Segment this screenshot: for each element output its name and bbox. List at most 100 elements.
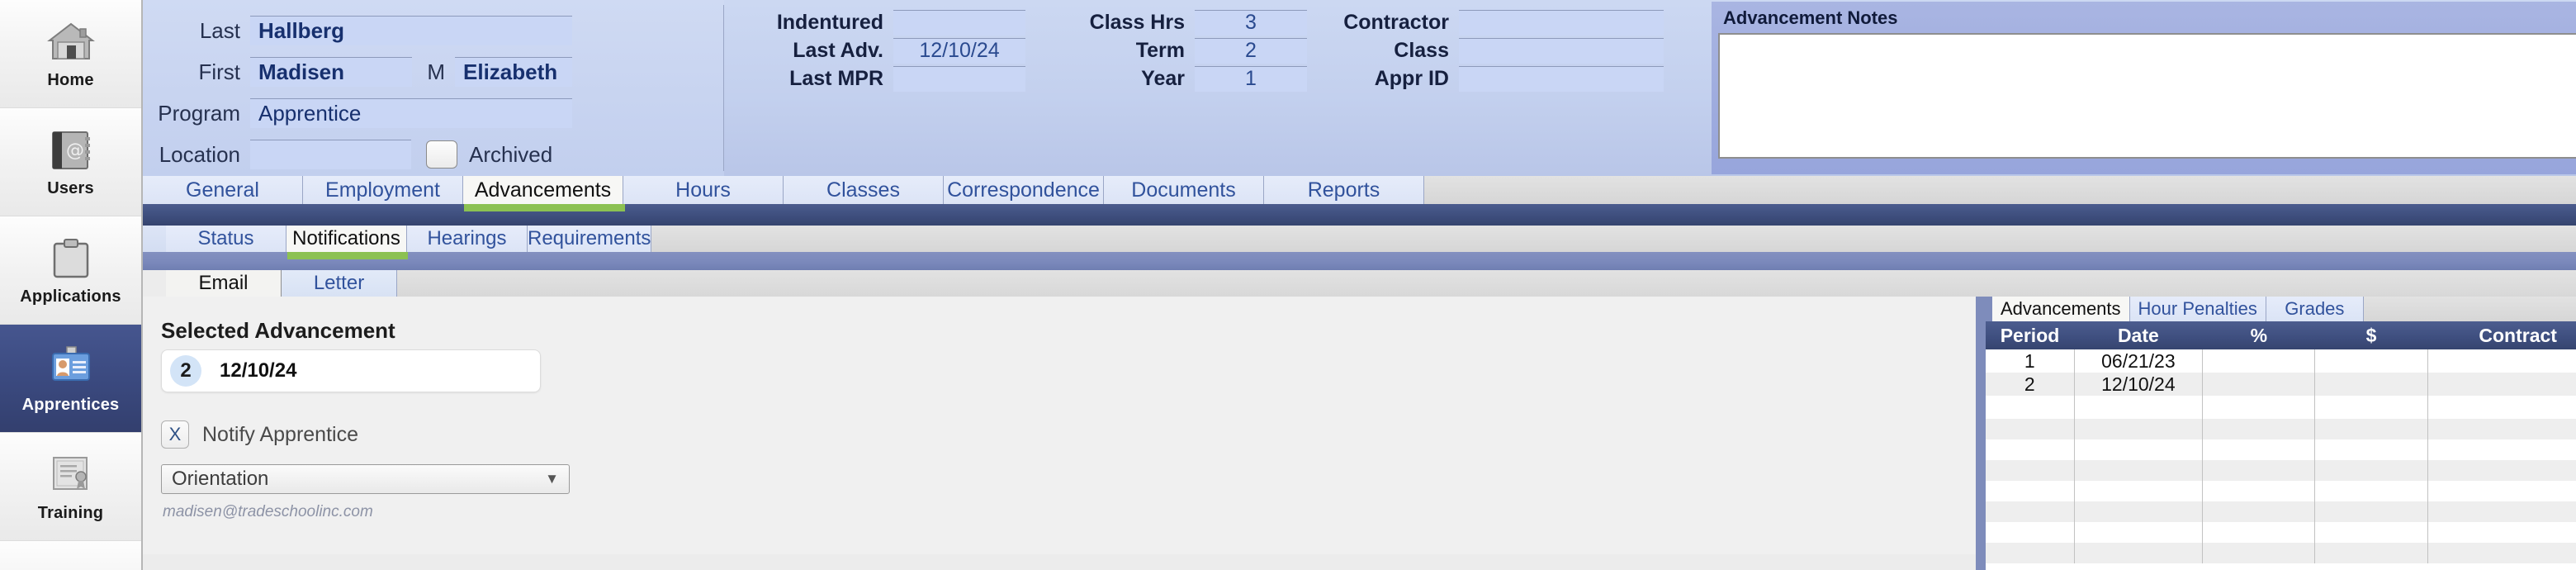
data-panel-tab-bar: Advancements Hour Penalties Grades [1986,297,2576,321]
cell-contract [2427,349,2576,373]
advancements-table: Period Date % $ Contract 1 06/21/23 2 12/10… [1986,321,2576,563]
cell-date [2074,522,2204,543]
location-input[interactable] [250,140,411,169]
year-input[interactable]: 1 [1195,65,1307,92]
cell-date [2074,501,2204,522]
advancement-notes-panel: Advancement Notes [1712,2,2576,174]
middle-input[interactable]: Elizabeth [455,57,572,87]
table-row[interactable]: 2 12/10/24 [1986,373,2576,396]
first-input[interactable]: Madisen [250,57,412,87]
class-hrs-input[interactable]: 3 [1195,9,1307,36]
appr-id-input[interactable] [1459,65,1664,92]
cell-contract [2427,522,2576,543]
field-row-first: First Madisen M Elizabeth [143,51,724,93]
cell-date: 12/10/24 [2074,373,2204,396]
cell-period [1986,439,2075,460]
tab-hours[interactable]: Hours [623,176,784,204]
tab-correspondence[interactable]: Correspondence [944,176,1104,204]
sidebar-item-label: Home [47,70,94,89]
cell-amt [2314,349,2428,373]
sidebar-item-home[interactable]: Home [0,0,141,108]
indentured-label: Indentured [776,10,883,34]
tab-documents[interactable]: Documents [1104,176,1264,204]
table-row[interactable] [1986,501,2576,522]
primary-tab-underline-band [143,204,2576,226]
notification-body: Selected Advancement 2 12/10/24 X Notify… [143,297,2576,570]
cell-date [2074,481,2204,501]
selected-advancement-card[interactable]: 2 12/10/24 [161,349,541,392]
table-row[interactable] [1986,419,2576,439]
sidebar-item-partial[interactable] [0,541,141,570]
secondary-tab-bar: Status Notifications Hearings Requiremen… [143,226,2576,252]
table-row[interactable] [1986,396,2576,419]
tab-letter[interactable]: Letter [282,270,397,297]
tab-status[interactable]: Status [166,226,286,252]
archived-checkbox[interactable] [426,140,457,169]
secondary-tab-filler [651,226,2576,252]
cell-pct [2202,419,2316,439]
table-row[interactable] [1986,522,2576,543]
advancement-notes-title: Advancement Notes [1723,7,1898,28]
field-row-appr-id: Appr ID [1319,64,1665,93]
cell-period [1986,481,2075,501]
cell-period [1986,522,2075,543]
archived-label: Archived [469,141,553,167]
class-hrs-label: Class Hrs [1089,10,1185,34]
cell-amt [2314,543,2428,563]
sidebar-item-apprentices[interactable]: Apprentices [0,325,141,433]
indentured-input[interactable] [893,9,1025,36]
table-row[interactable]: 1 06/21/23 [1986,349,2576,373]
last-mpr-input[interactable] [893,65,1025,92]
tab-email[interactable]: Email [166,270,282,297]
last-input[interactable]: Hallberg [250,16,572,45]
tab-requirements[interactable]: Requirements [528,226,652,252]
tab-reports[interactable]: Reports [1264,176,1424,204]
advancements-table-wrap: Period Date % $ Contract 1 06/21/23 2 12/10… [1986,321,2576,570]
column-header-date: Date [2117,324,2159,346]
cell-period: 2 [1986,373,2075,396]
term-label: Term [1135,38,1185,62]
class-input[interactable] [1459,37,1664,64]
term-input[interactable]: 2 [1195,37,1307,64]
tab-advancements[interactable]: Advancements [463,176,623,204]
field-row-last-adv: Last Adv. 12/10/24 [724,36,1063,64]
table-row[interactable] [1986,543,2576,563]
tab-classes[interactable]: Classes [784,176,944,204]
cell-amt [2314,373,2428,396]
cell-date [2074,396,2204,419]
notify-apprentice-checkbox[interactable]: X [161,420,189,449]
advancements-data-panel: Advancements Hour Penalties Grades Perio… [1976,297,2576,570]
email-template-select[interactable]: Orientation ▼ [161,464,570,494]
sidebar-item-label: Training [37,503,104,522]
primary-tab-filler [1424,176,2576,204]
tab-employment[interactable]: Employment [303,176,463,204]
contractor-input[interactable] [1459,9,1664,36]
appr-id-label: Appr ID [1374,66,1449,90]
cell-pct [2202,349,2316,373]
last-adv-input[interactable]: 12/10/24 [893,37,1025,64]
table-row[interactable] [1986,481,2576,501]
sidebar-item-label: Applications [20,287,121,306]
table-row[interactable] [1986,460,2576,481]
table-row[interactable] [1986,439,2576,460]
tab-hearings[interactable]: Hearings [407,226,528,252]
sidebar-item-users[interactable]: @ Users [0,108,141,216]
data-tab-grades[interactable]: Grades [2266,297,2364,321]
cell-date [2074,460,2204,481]
sidebar-item-training[interactable]: Training [0,433,141,541]
cell-period [1986,419,2075,439]
notify-apprentice-row: X Notify Apprentice [161,420,358,449]
cell-amt [2314,522,2428,543]
last-label: Last [199,17,240,43]
data-tab-hour-penalties[interactable]: Hour Penalties [2129,297,2266,321]
sidebar-item-applications[interactable]: Applications [0,216,141,325]
field-row-class-hrs: Class Hrs 3 [1063,8,1319,36]
data-tab-advancements[interactable]: Advancements [1992,297,2130,321]
advancement-notes-textarea[interactable] [1718,33,2576,159]
tertiary-tab-bar: Email Letter [143,270,2576,297]
tab-general[interactable]: General [143,176,303,204]
secondary-tab-underline-band [143,252,2576,270]
first-label: First [198,59,240,84]
program-input[interactable]: Apprentice [250,98,572,128]
tab-notifications[interactable]: Notifications [286,226,407,252]
